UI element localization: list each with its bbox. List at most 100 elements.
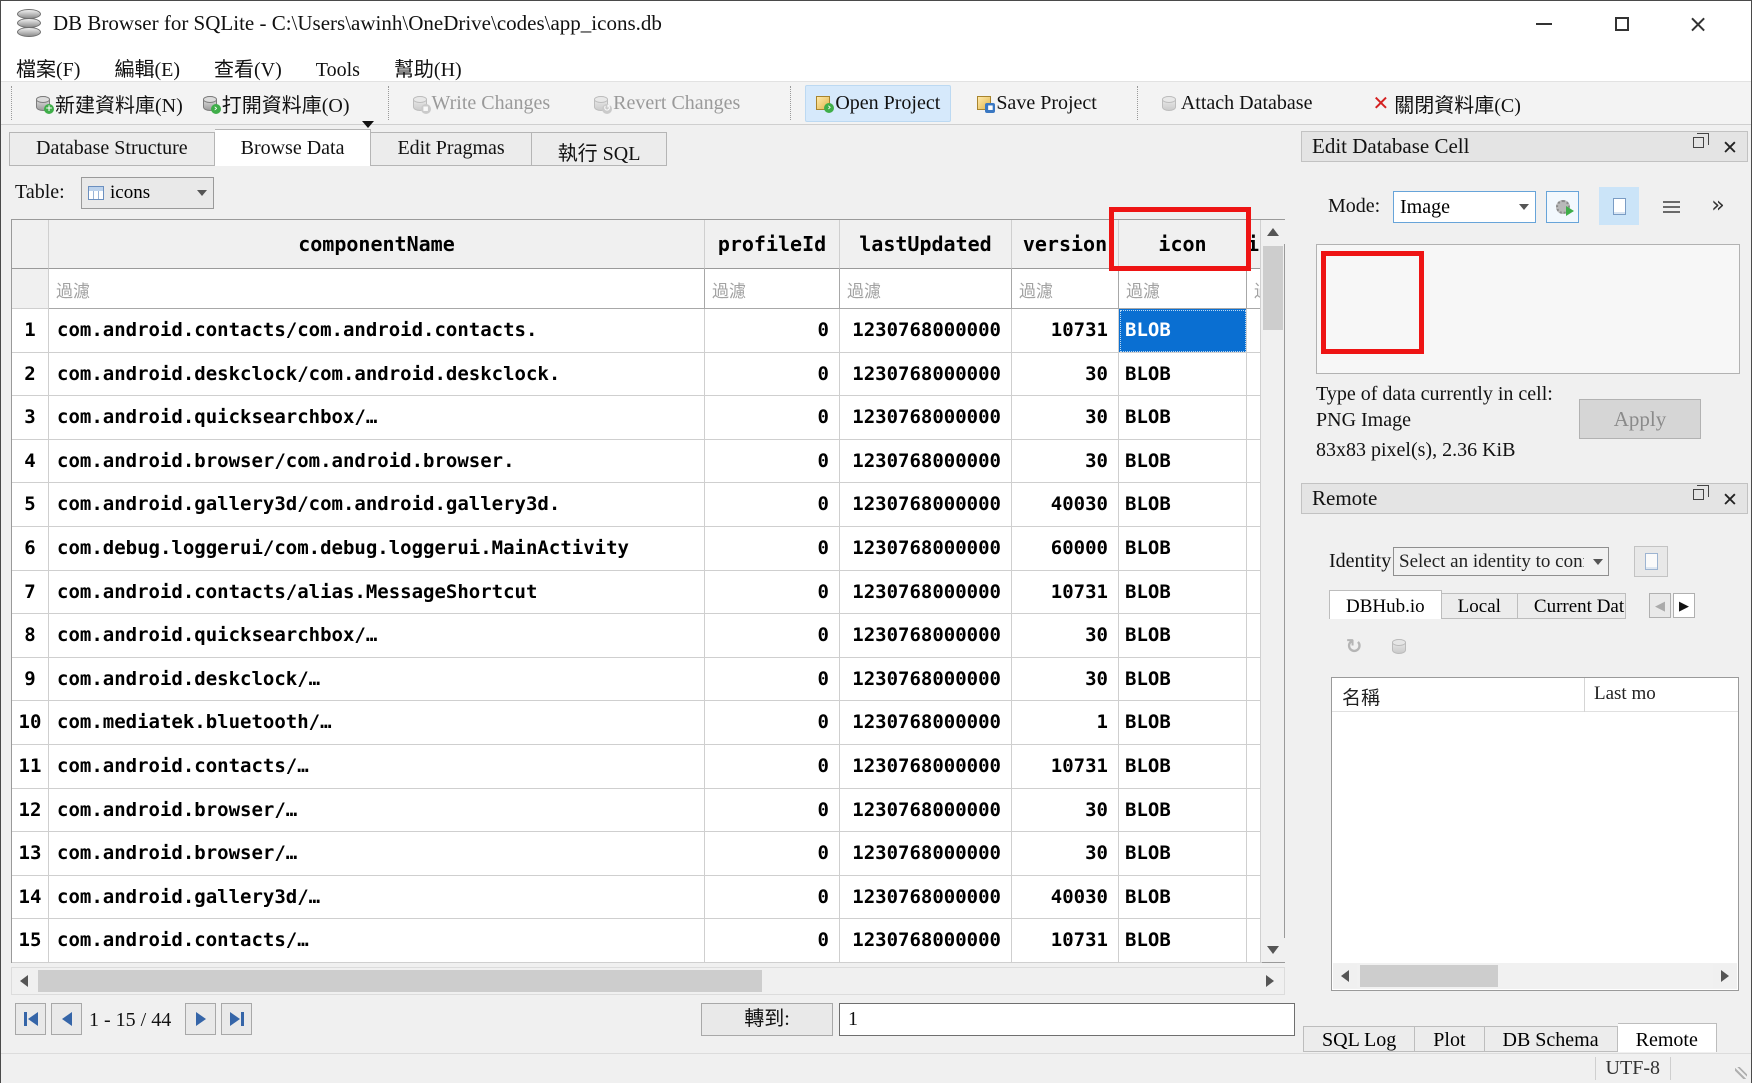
cell-lastUpdated[interactable]: 1230768000000: [840, 483, 1012, 527]
cell-version[interactable]: 30: [1012, 396, 1119, 440]
cell-profileId[interactable]: 0: [705, 919, 840, 963]
tab-execute-sql[interactable]: 執行 SQL: [532, 132, 668, 166]
tab-edit-pragmas[interactable]: Edit Pragmas: [371, 132, 531, 166]
cell-icon-blob[interactable]: BLOB: [1119, 789, 1247, 833]
horizontal-scroll-thumb[interactable]: [38, 970, 762, 992]
cell-lastUpdated[interactable]: 1230768000000: [840, 919, 1012, 963]
cell-profileId[interactable]: 0: [705, 614, 840, 658]
cell-componentName[interactable]: com.android.deskclock/…: [49, 658, 705, 702]
cell-lastUpdated[interactable]: 1230768000000: [840, 658, 1012, 702]
cell-version[interactable]: 10731: [1012, 309, 1119, 353]
remote-scroll-thumb[interactable]: [1360, 965, 1498, 987]
cell-version[interactable]: 30: [1012, 832, 1119, 876]
new-database-button[interactable]: + 新建資料庫(N): [26, 83, 193, 124]
cell-componentName[interactable]: com.android.quicksearchbox/…: [49, 396, 705, 440]
minimize-button[interactable]: [1515, 1, 1573, 47]
float-panel-button[interactable]: [1690, 137, 1708, 155]
cell-icon-blob[interactable]: BLOB: [1119, 309, 1247, 353]
cell-componentName[interactable]: com.mediatek.bluetooth/…: [49, 701, 705, 745]
close-button[interactable]: ×: [1669, 1, 1727, 47]
horizontal-scrollbar[interactable]: [11, 967, 1285, 995]
cell-icon-blob[interactable]: BLOB: [1119, 396, 1247, 440]
remote-horizontal-scrollbar[interactable]: [1333, 963, 1737, 989]
cell-icon-blob[interactable]: BLOB: [1119, 876, 1247, 920]
cell-icon-blob[interactable]: BLOB: [1119, 658, 1247, 702]
maximize-button[interactable]: [1593, 1, 1651, 47]
column-header-version[interactable]: version: [1012, 220, 1119, 269]
cell-version[interactable]: 40030: [1012, 876, 1119, 920]
revert-changes-button[interactable]: ↺ Revert Changes: [584, 86, 750, 121]
table-selector[interactable]: icons: [81, 177, 214, 209]
cell-profileId[interactable]: 0: [705, 571, 840, 615]
cell-lastUpdated[interactable]: 1230768000000: [840, 309, 1012, 353]
dock-tab-db-schema[interactable]: DB Schema: [1485, 1026, 1618, 1052]
remote-clone-button[interactable]: [1386, 633, 1412, 659]
close-database-button[interactable]: ✕ 關閉資料庫(C): [1362, 83, 1530, 124]
cell-profileId[interactable]: 0: [705, 396, 840, 440]
menu-help[interactable]: 幫助(H): [379, 49, 477, 82]
next-page-button[interactable]: [185, 1003, 216, 1035]
close-panel-button[interactable]: ✕: [1722, 487, 1740, 505]
cell-lastUpdated[interactable]: 1230768000000: [840, 876, 1012, 920]
cell-version[interactable]: 30: [1012, 789, 1119, 833]
cell-profileId[interactable]: 0: [705, 876, 840, 920]
cell-lastUpdated[interactable]: 1230768000000: [840, 440, 1012, 484]
save-project-button[interactable]: ▪ Save Project: [967, 86, 1107, 121]
close-panel-button[interactable]: ✕: [1722, 135, 1740, 153]
cell-profileId[interactable]: 0: [705, 789, 840, 833]
encoding-indicator[interactable]: UTF-8: [1595, 1057, 1671, 1080]
tab-scroll-left-button[interactable]: ◀: [1649, 593, 1671, 618]
remote-tab-current-database[interactable]: Current Dat: [1518, 593, 1626, 619]
cell-icon-blob[interactable]: BLOB: [1119, 614, 1247, 658]
cell-profileId[interactable]: 0: [705, 658, 840, 702]
cell-profileId[interactable]: 0: [705, 309, 840, 353]
write-changes-button[interactable]: ▪ Write Changes: [403, 86, 561, 121]
vertical-scroll-thumb[interactable]: [1263, 246, 1283, 330]
cell-profileId[interactable]: 0: [705, 832, 840, 876]
import-data-button[interactable]: [1546, 191, 1579, 223]
cell-icon-blob[interactable]: BLOB: [1119, 353, 1247, 397]
apply-button[interactable]: Apply: [1579, 399, 1701, 439]
float-panel-button[interactable]: [1690, 489, 1708, 507]
filter-icon[interactable]: 過濾: [1119, 269, 1247, 309]
cell-lastUpdated[interactable]: 1230768000000: [840, 396, 1012, 440]
attach-database-button[interactable]: Attach Database: [1152, 86, 1323, 121]
cell-componentName[interactable]: com.android.gallery3d/com.android.galler…: [49, 483, 705, 527]
cell-lastUpdated[interactable]: 1230768000000: [840, 701, 1012, 745]
open-database-button[interactable]: › 打開資料庫(O): [193, 83, 360, 124]
cell-profileId[interactable]: 0: [705, 745, 840, 789]
menu-tools[interactable]: Tools: [301, 55, 375, 82]
cell-lastUpdated[interactable]: 1230768000000: [840, 527, 1012, 571]
cell-lastUpdated[interactable]: 1230768000000: [840, 571, 1012, 615]
dock-tab-remote[interactable]: Remote: [1618, 1023, 1717, 1052]
mode-selector[interactable]: Image: [1393, 191, 1536, 223]
toolbar-overflow-button[interactable]: »: [1703, 189, 1733, 221]
scroll-up-button[interactable]: [1261, 220, 1285, 244]
cell-profileId[interactable]: 0: [705, 527, 840, 571]
tab-browse-data[interactable]: Browse Data: [215, 129, 372, 166]
cell-componentName[interactable]: com.android.contacts/…: [49, 919, 705, 963]
open-database-dropdown-icon[interactable]: [362, 121, 374, 128]
last-page-button[interactable]: [221, 1003, 252, 1035]
filter-componentName[interactable]: 過濾: [49, 269, 705, 309]
cell-componentName[interactable]: com.android.contacts/com.android.contact…: [49, 309, 705, 353]
scroll-right-button[interactable]: [1258, 969, 1282, 993]
cell-icon-blob[interactable]: BLOB: [1119, 527, 1247, 571]
cell-icon-blob[interactable]: BLOB: [1119, 571, 1247, 615]
scroll-right-button[interactable]: [1713, 964, 1737, 988]
remote-column-name[interactable]: 名稱: [1342, 683, 1380, 710]
tab-database-structure[interactable]: Database Structure: [9, 132, 215, 166]
menu-view[interactable]: 查看(V): [199, 49, 297, 82]
cell-version[interactable]: 30: [1012, 614, 1119, 658]
cell-profileId[interactable]: 0: [705, 440, 840, 484]
cell-lastUpdated[interactable]: 1230768000000: [840, 614, 1012, 658]
cell-version[interactable]: 10731: [1012, 571, 1119, 615]
cell-lastUpdated[interactable]: 1230768000000: [840, 745, 1012, 789]
cell-icon-blob[interactable]: BLOB: [1119, 832, 1247, 876]
column-header-lastUpdated[interactable]: lastUpdated: [840, 220, 1012, 269]
cell-icon-blob[interactable]: BLOB: [1119, 745, 1247, 789]
cell-icon-blob[interactable]: BLOB: [1119, 483, 1247, 527]
cell-lastUpdated[interactable]: 1230768000000: [840, 832, 1012, 876]
cell-icon-blob[interactable]: BLOB: [1119, 440, 1247, 484]
remote-refresh-button[interactable]: ↻: [1341, 633, 1367, 659]
